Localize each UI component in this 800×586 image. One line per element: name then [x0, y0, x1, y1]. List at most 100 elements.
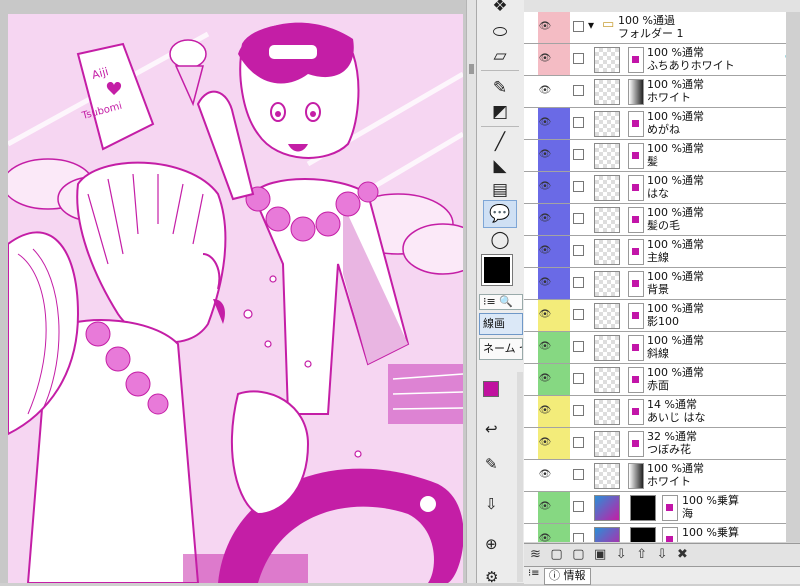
eye-icon[interactable]: 👁: [538, 469, 552, 480]
layer-row[interactable]: 👁 100 %乗算海: [524, 492, 800, 524]
layer-lock-cell[interactable]: [570, 172, 586, 203]
lock-checkbox[interactable]: [573, 501, 584, 512]
layer-visibility[interactable]: 👁: [538, 364, 554, 395]
layer-row[interactable]: 👁 100 %通常 はな: [524, 172, 800, 204]
layer-row[interactable]: 👁 32 %通常 つぼみ花: [524, 428, 800, 460]
eye-icon[interactable]: 👁: [538, 85, 552, 96]
layer-visibility[interactable]: 👁: [538, 76, 554, 107]
lock-checkbox[interactable]: [573, 533, 584, 542]
layer-lock-cell[interactable]: [570, 524, 586, 542]
layer-visibility[interactable]: 👁: [538, 396, 554, 427]
speech-balloon-icon[interactable]: ◯: [483, 226, 517, 254]
lock-checkbox[interactable]: [573, 245, 584, 256]
lock-checkbox[interactable]: [573, 373, 584, 384]
canvas-area[interactable]: Aiji Tsubomi: [0, 0, 477, 583]
settings-icon[interactable]: ⚙: [485, 568, 498, 586]
move-down-icon[interactable]: ⇩: [657, 547, 668, 562]
eye-icon[interactable]: 👁: [538, 21, 552, 32]
layer-visibility[interactable]: 👁: [538, 524, 554, 542]
panel-menu-icon[interactable]: ⁝≡: [528, 568, 540, 579]
lock-checkbox[interactable]: [573, 309, 584, 320]
info-tab[interactable]: ⓘ 情報: [544, 568, 591, 585]
layer-stack-icon[interactable]: ≋: [530, 547, 541, 562]
layer-lock-cell[interactable]: [570, 364, 586, 395]
undo-icon[interactable]: ↩: [485, 420, 498, 438]
layer-scrollbar[interactable]: [786, 12, 800, 542]
eye-icon[interactable]: 👁: [538, 181, 552, 192]
layer-row[interactable]: 👁 100 %通常 髪の毛: [524, 204, 800, 236]
layer-visibility[interactable]: 👁: [538, 460, 554, 491]
layer-row[interactable]: 👁 100 %通常 赤面: [524, 364, 800, 396]
layer-lock-cell[interactable]: [570, 492, 586, 523]
subtool-tab-lineart[interactable]: 線画: [479, 313, 523, 335]
layer-visibility[interactable]: 👁: [538, 268, 554, 299]
eye-icon[interactable]: 👁: [538, 373, 552, 384]
layer-row[interactable]: 👁100 %通常ふちありホワイト✏: [524, 44, 800, 76]
eye-icon[interactable]: 👁: [538, 245, 552, 256]
eye-icon[interactable]: 👁: [538, 53, 552, 64]
layer-row[interactable]: 👁 100 %通常 めがね: [524, 108, 800, 140]
accent-color-swatch[interactable]: [483, 381, 499, 397]
eye-icon[interactable]: 👁: [538, 501, 552, 512]
layer-row[interactable]: 👁 100 %乗算: [524, 524, 800, 542]
layer-visibility[interactable]: 👁: [538, 204, 554, 235]
delete-layer-icon[interactable]: ✖: [677, 547, 688, 562]
balloon-tool-icon[interactable]: 💬: [483, 200, 517, 228]
layer-row[interactable]: 👁 100 %通常 影100: [524, 300, 800, 332]
layer-row[interactable]: 👁 14 %通常 あいじ はな: [524, 396, 800, 428]
layer-visibility[interactable]: 👁: [538, 108, 554, 139]
layer-lock-cell[interactable]: [570, 108, 586, 139]
eye-icon[interactable]: 👁: [538, 309, 552, 320]
eye-icon[interactable]: 👁: [538, 341, 552, 352]
merge-icon[interactable]: ⇩: [616, 547, 627, 562]
lock-checkbox[interactable]: [573, 213, 584, 224]
move-up-icon[interactable]: ⇧: [636, 547, 647, 562]
compass-icon[interactable]: ⊕: [485, 535, 498, 553]
eye-icon[interactable]: 👁: [538, 277, 552, 288]
main-color-swatch[interactable]: [481, 254, 513, 286]
lock-checkbox[interactable]: [573, 149, 584, 160]
layer-visibility[interactable]: 👁: [538, 300, 554, 331]
lock-checkbox[interactable]: [573, 437, 584, 448]
layer-lock-cell[interactable]: [570, 204, 586, 235]
layer-visibility[interactable]: 👁: [538, 236, 554, 267]
layer-visibility[interactable]: 👁: [538, 140, 554, 171]
layer-lock-cell[interactable]: [570, 76, 586, 107]
layer-lock-cell[interactable]: [570, 44, 586, 75]
sub-tool-header[interactable]: ⁝≡ 🔍: [479, 294, 523, 310]
folder-arrow-icon[interactable]: ▾: [588, 18, 594, 32]
lock-checkbox[interactable]: [573, 341, 584, 352]
eye-icon[interactable]: 👁: [538, 213, 552, 224]
layer-row[interactable]: 👁 100 %通常 ホワイト: [524, 460, 800, 492]
eye-icon[interactable]: 👁: [538, 437, 552, 448]
layer-visibility[interactable]: 👁: [538, 332, 554, 363]
eye-icon[interactable]: 👁: [538, 405, 552, 416]
subtool-tab-name[interactable]: ネーム セ: [479, 338, 523, 360]
eye-icon[interactable]: 👁: [538, 117, 552, 128]
lock-checkbox[interactable]: [573, 53, 584, 64]
layer-visibility[interactable]: 👁: [538, 44, 554, 75]
layer-visibility[interactable]: 👁: [538, 12, 554, 43]
new-layer-icon[interactable]: ▢: [550, 547, 562, 562]
layer-row[interactable]: 👁 100 %通常 斜線: [524, 332, 800, 364]
layer-lock-cell[interactable]: [570, 12, 586, 43]
eye-icon[interactable]: 👁: [538, 149, 552, 160]
layer-visibility[interactable]: 👁: [538, 492, 554, 523]
lock-checkbox[interactable]: [573, 277, 584, 288]
layer-row[interactable]: 👁 ▾ ▭ 100 %通過 フォルダー 1: [524, 12, 800, 44]
lock-checkbox[interactable]: [573, 181, 584, 192]
layer-visibility[interactable]: 👁: [538, 172, 554, 203]
tool-pattern-icon[interactable]: ❖: [483, 0, 517, 20]
export-icon[interactable]: ⇩: [485, 495, 498, 513]
layer-row[interactable]: 👁 100 %通常 ホワイト: [524, 76, 800, 108]
artwork-canvas[interactable]: Aiji Tsubomi: [8, 14, 463, 583]
layer-lock-cell[interactable]: [570, 268, 586, 299]
layer-lock-cell[interactable]: [570, 300, 586, 331]
layer-lock-cell[interactable]: [570, 460, 586, 491]
lock-checkbox[interactable]: [573, 469, 584, 480]
layer-lock-cell[interactable]: [570, 332, 586, 363]
lock-checkbox[interactable]: [573, 405, 584, 416]
lock-checkbox[interactable]: [573, 117, 584, 128]
lock-checkbox[interactable]: [573, 21, 584, 32]
layer-row[interactable]: 👁 100 %通常 主線: [524, 236, 800, 268]
